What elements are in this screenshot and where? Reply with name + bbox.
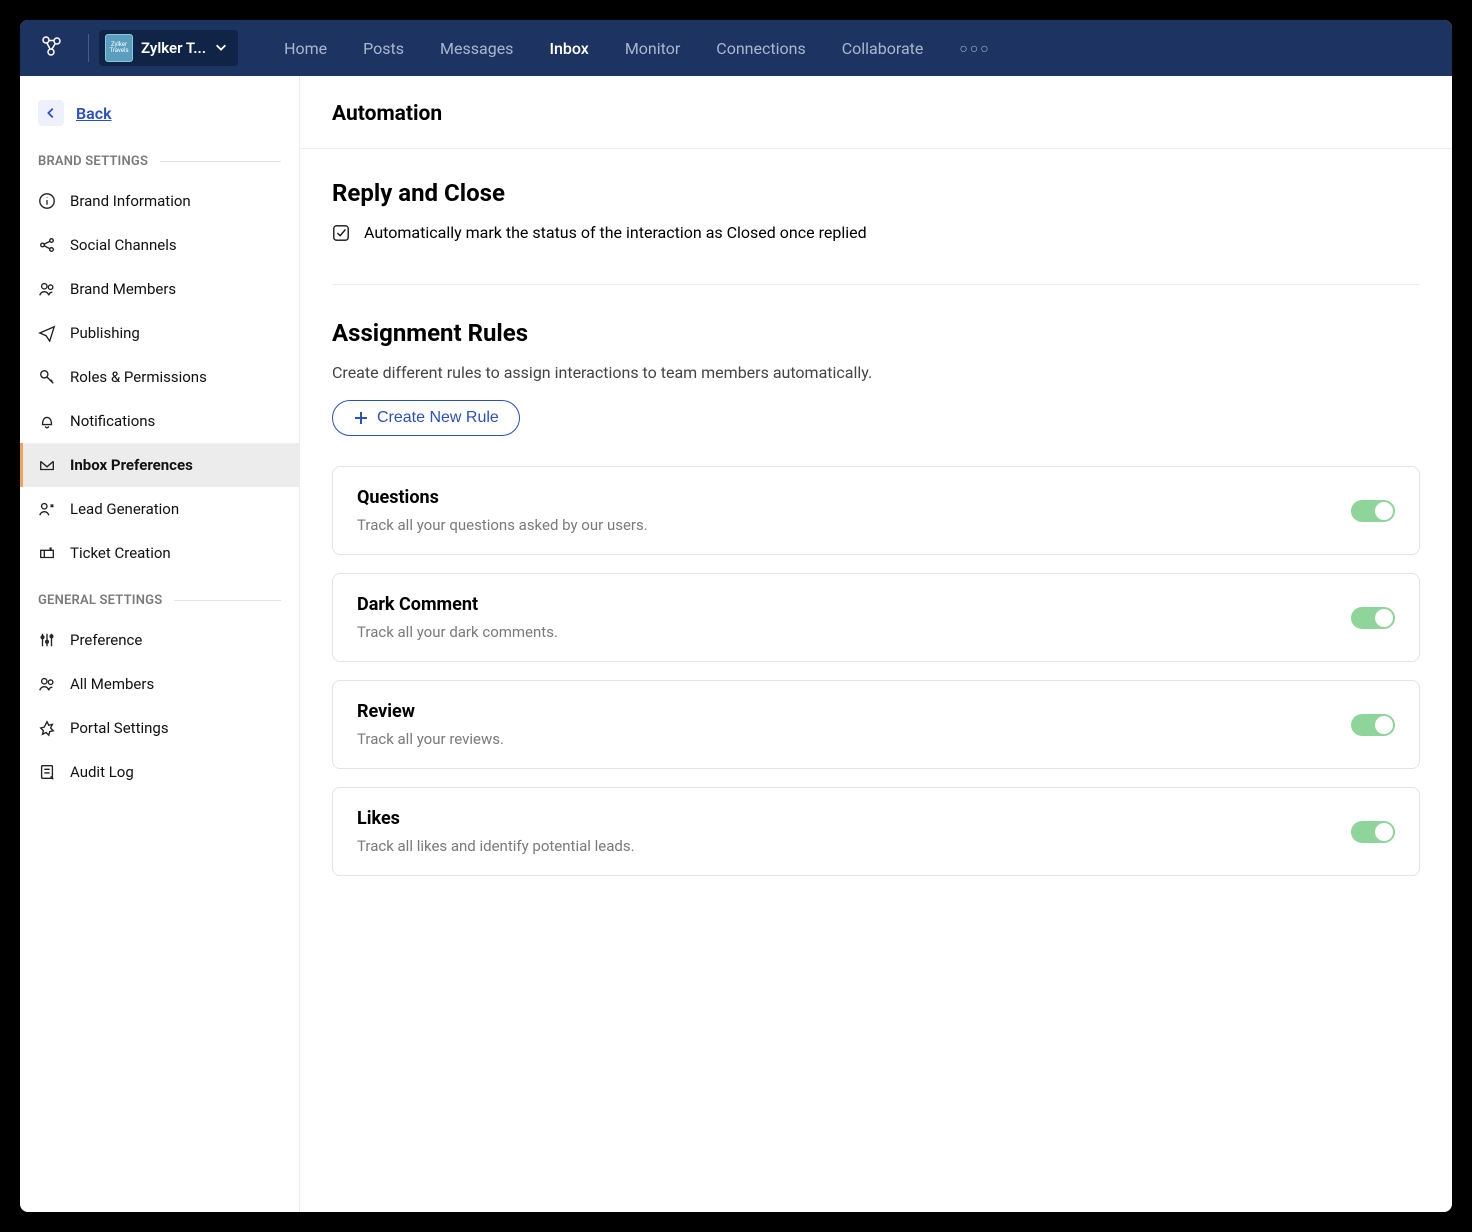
sidebar-item-all-members[interactable]: All Members	[20, 662, 299, 706]
sidebar-item-label: Publishing	[70, 324, 140, 342]
rule-title: Dark Comment	[357, 594, 558, 615]
sidebar-item-label: Lead Generation	[70, 500, 179, 518]
nav-posts[interactable]: Posts	[363, 39, 404, 58]
rule-toggle[interactable]	[1351, 714, 1395, 736]
rule-desc: Track all likes and identify potential l…	[357, 837, 635, 855]
rule-card-likes: Likes Track all likes and identify poten…	[332, 787, 1420, 876]
rule-card-text: Questions Track all your questions asked…	[357, 487, 648, 534]
members-icon	[38, 280, 56, 298]
sidebar-item-brand-members[interactable]: Brand Members	[20, 267, 299, 311]
sidebar-item-preference[interactable]: Preference	[20, 618, 299, 662]
sidebar-item-label: Portal Settings	[70, 719, 169, 737]
create-new-rule-button[interactable]: Create New Rule	[332, 400, 520, 436]
rule-title: Questions	[357, 487, 648, 508]
rule-card-review: Review Track all your reviews.	[332, 680, 1420, 769]
rule-card-dark-comment: Dark Comment Track all your dark comment…	[332, 573, 1420, 662]
sidebar-item-label: Brand Information	[70, 192, 191, 210]
content-area: Reply and Close Automatically mark the s…	[300, 149, 1452, 924]
body: Back BRAND SETTINGS Brand Information So…	[20, 76, 1452, 1212]
sidebar-item-audit-log[interactable]: Audit Log	[20, 750, 299, 794]
assignment-rules-title: Assignment Rules	[332, 319, 1420, 347]
nav-collaborate[interactable]: Collaborate	[842, 39, 924, 58]
inbox-icon	[38, 456, 56, 474]
brand-logo-thumb: Zylker Travels	[105, 34, 133, 62]
sidebar-item-label: All Members	[70, 675, 154, 693]
brand-name: Zylker T...	[141, 39, 206, 57]
section-divider	[332, 284, 1420, 285]
nav-connections[interactable]: Connections	[716, 39, 805, 58]
members-icon	[38, 675, 56, 693]
reply-close-checkbox-row[interactable]: Automatically mark the status of the int…	[332, 223, 1420, 242]
ticket-icon	[38, 544, 56, 562]
log-icon	[38, 763, 56, 781]
sidebar-item-label: Roles & Permissions	[70, 368, 207, 386]
sidebar-item-label: Social Channels	[70, 236, 177, 254]
sidebar-item-label: Ticket Creation	[70, 544, 171, 562]
sidebar-item-publishing[interactable]: Publishing	[20, 311, 299, 355]
more-menu-icon[interactable]: ○○○	[959, 40, 990, 57]
brand-settings-header: BRAND SETTINGS	[20, 154, 299, 169]
brand-selector[interactable]: Zylker Travels Zylker T...	[99, 30, 238, 66]
app-window: Zylker Travels Zylker T... Home Posts Me…	[20, 20, 1452, 1212]
topbar-divider	[88, 34, 89, 62]
back-row: Back	[20, 100, 299, 126]
app-logo-icon	[38, 32, 66, 64]
sidebar-item-lead-generation[interactable]: Lead Generation	[20, 487, 299, 531]
sidebar-item-ticket-creation[interactable]: Ticket Creation	[20, 531, 299, 575]
key-icon	[38, 368, 56, 386]
share-icon	[38, 236, 56, 254]
rule-title: Review	[357, 701, 504, 722]
rule-desc: Track all your questions asked by our us…	[357, 516, 648, 534]
sidebar-item-notifications[interactable]: Notifications	[20, 399, 299, 443]
create-new-rule-label: Create New Rule	[377, 409, 499, 427]
rule-card-text: Review Track all your reviews.	[357, 701, 504, 748]
sidebar-item-portal-settings[interactable]: Portal Settings	[20, 706, 299, 750]
sidebar: Back BRAND SETTINGS Brand Information So…	[20, 76, 300, 1212]
reply-close-checkbox-label: Automatically mark the status of the int…	[364, 223, 867, 242]
rule-desc: Track all your dark comments.	[357, 623, 558, 641]
general-settings-header: GENERAL SETTINGS	[20, 593, 299, 608]
sidebar-item-roles-permissions[interactable]: Roles & Permissions	[20, 355, 299, 399]
sidebar-item-brand-information[interactable]: Brand Information	[20, 179, 299, 223]
rule-toggle[interactable]	[1351, 607, 1395, 629]
main-content: Automation Reply and Close Automatically…	[300, 76, 1452, 1212]
back-button[interactable]	[38, 100, 64, 126]
assignment-rules-subtitle: Create different rules to assign interac…	[332, 363, 1420, 382]
plus-icon	[353, 410, 369, 426]
nav-messages[interactable]: Messages	[440, 39, 513, 58]
nav-inbox[interactable]: Inbox	[549, 39, 588, 58]
back-link[interactable]: Back	[76, 104, 112, 123]
sidebar-item-label: Notifications	[70, 412, 155, 430]
lead-icon	[38, 500, 56, 518]
nav-monitor[interactable]: Monitor	[625, 39, 680, 58]
checkbox-checked-icon	[332, 224, 350, 242]
rule-card-text: Likes Track all likes and identify poten…	[357, 808, 635, 855]
sidebar-item-label: Brand Members	[70, 280, 176, 298]
nav-home[interactable]: Home	[284, 39, 327, 58]
page-title: Automation	[300, 76, 1452, 149]
sidebar-item-social-channels[interactable]: Social Channels	[20, 223, 299, 267]
sliders-icon	[38, 631, 56, 649]
rule-card-text: Dark Comment Track all your dark comment…	[357, 594, 558, 641]
sidebar-item-inbox-preferences[interactable]: Inbox Preferences	[20, 443, 299, 487]
top-bar: Zylker Travels Zylker T... Home Posts Me…	[20, 20, 1452, 76]
reply-close-title: Reply and Close	[332, 179, 1420, 207]
sidebar-item-label: Inbox Preferences	[70, 456, 193, 474]
portal-icon	[38, 719, 56, 737]
send-icon	[38, 324, 56, 342]
top-nav: Home Posts Messages Inbox Monitor Connec…	[284, 39, 923, 58]
sidebar-item-label: Preference	[70, 631, 142, 649]
arrow-left-icon	[44, 106, 58, 120]
chevron-down-icon	[214, 39, 228, 58]
rule-title: Likes	[357, 808, 635, 829]
rule-desc: Track all your reviews.	[357, 730, 504, 748]
info-icon	[38, 192, 56, 210]
bell-icon	[38, 412, 56, 430]
rule-card-questions: Questions Track all your questions asked…	[332, 466, 1420, 555]
rule-toggle[interactable]	[1351, 500, 1395, 522]
sidebar-item-label: Audit Log	[70, 763, 134, 781]
rule-toggle[interactable]	[1351, 821, 1395, 843]
